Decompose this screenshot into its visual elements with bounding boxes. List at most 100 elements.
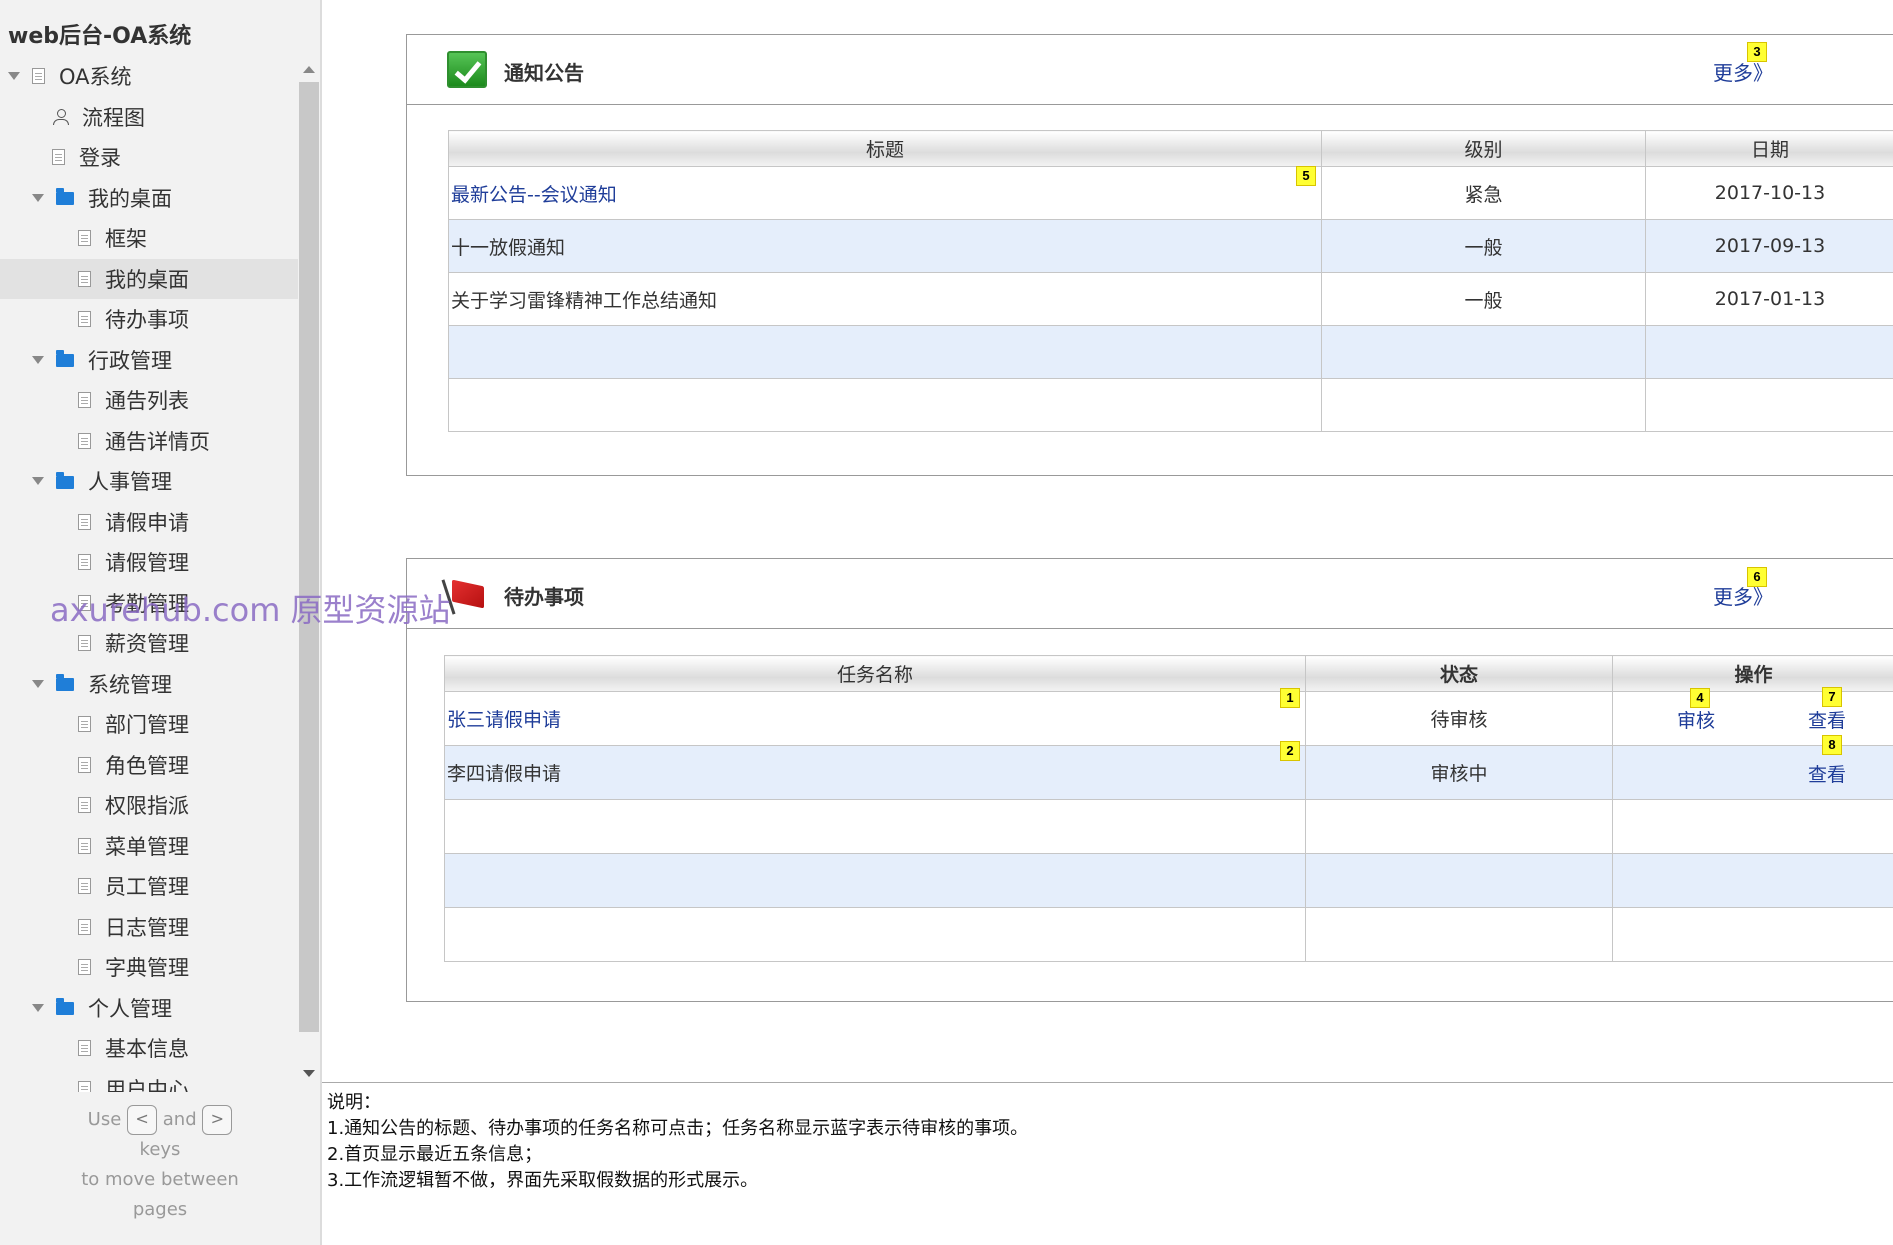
annotation-marker-5[interactable]: 5 bbox=[1296, 166, 1316, 186]
hint-and: and bbox=[162, 1109, 197, 1130]
notes-line-3: 3.工作流逻辑暂不做，界面先采取假数据的形式展示。 bbox=[327, 1170, 759, 1191]
sitemap-item[interactable]: 框架 bbox=[0, 218, 298, 258]
sitemap-item[interactable]: 我的桌面 bbox=[0, 178, 298, 218]
sitemap-item[interactable]: 我的桌面 bbox=[0, 258, 298, 299]
notice-title-link[interactable]: 关于学习雷锋精神工作总结通知 bbox=[451, 290, 717, 312]
sitemap-item[interactable]: 登录 bbox=[0, 137, 298, 177]
sitemap-item-label: 权限指派 bbox=[105, 794, 189, 818]
todo-status-cell: 待审核 bbox=[1305, 691, 1613, 746]
view-link[interactable]: 查看 bbox=[1808, 706, 1846, 733]
sitemap-item-label: 通告详情页 bbox=[105, 429, 210, 454]
todo-ops-cell: 查看 bbox=[1612, 745, 1893, 800]
annotation-marker-7[interactable]: 7 bbox=[1822, 687, 1842, 707]
todo-panel: 待办事项 更多》 任务名称 状态 操作 张三请假申请 待审核 审核 查看 李四请假申请审… bbox=[406, 558, 1893, 1002]
sitemap-item[interactable]: OA系统 bbox=[0, 56, 298, 96]
notice-title-link[interactable]: 最新公告--会议通知 bbox=[451, 184, 617, 206]
folder-icon bbox=[56, 998, 74, 1015]
hint-move: to move between bbox=[81, 1169, 239, 1190]
sitemap-item[interactable]: 字典管理 bbox=[0, 947, 298, 987]
todo-name-cell: 张三请假申请 bbox=[444, 691, 1306, 746]
page-icon bbox=[78, 392, 91, 408]
flow-icon bbox=[52, 108, 70, 126]
todo-name-link[interactable]: 张三请假申请 bbox=[447, 709, 561, 731]
notes-block: 说明： 1.通知公告的标题、待办事项的任务名称可点击；任务名称显示蓝字表示待审核… bbox=[327, 1090, 1028, 1194]
next-key-icon: > bbox=[202, 1105, 233, 1135]
sitemap-tree: OA系统 流程图 登录 我的桌面 框架 我的桌面 待办事项 行政管理 通告列表 通告详情页 人事管理… bbox=[0, 56, 298, 1092]
todo-status-cell: 审核中 bbox=[1305, 745, 1613, 800]
expand-arrow-icon[interactable] bbox=[32, 477, 44, 485]
sitemap-item[interactable]: 流程图 bbox=[0, 97, 298, 137]
notice-row bbox=[448, 378, 1893, 432]
sitemap-item-label: 框架 bbox=[105, 227, 147, 251]
page-icon bbox=[78, 230, 91, 246]
sitemap-item[interactable]: 请假申请 bbox=[0, 502, 298, 542]
notice-level-cell bbox=[1321, 378, 1646, 432]
annotation-marker-2[interactable]: 2 bbox=[1280, 741, 1300, 761]
scroll-up-arrow-icon[interactable] bbox=[303, 66, 315, 73]
sitemap-item-label: 基本信息 bbox=[105, 1037, 189, 1061]
scroll-thumb[interactable] bbox=[299, 82, 319, 1032]
sitemap-item-label: 人事管理 bbox=[88, 470, 172, 494]
notice-row: 最新公告--会议通知 紧急 2017-10-13 bbox=[448, 166, 1893, 220]
sitemap-item[interactable]: 请假管理 bbox=[0, 542, 298, 582]
folder-icon bbox=[56, 350, 74, 367]
sitemap-item[interactable]: 系统管理 bbox=[0, 664, 298, 704]
sitemap-item[interactable]: 日志管理 bbox=[0, 907, 298, 947]
notes-line-1: 1.通知公告的标题、待办事项的任务名称可点击；任务名称显示蓝字表示待审核的事项。 bbox=[327, 1118, 1029, 1139]
notice-col-title: 标题 bbox=[448, 130, 1322, 167]
sitemap-item-label: 待办事项 bbox=[105, 308, 189, 332]
page-icon bbox=[78, 918, 91, 935]
expand-arrow-icon[interactable] bbox=[32, 355, 44, 364]
sitemap-item[interactable]: 待办事项 bbox=[0, 299, 298, 339]
notice-title-link[interactable]: 十一放假通知 bbox=[451, 237, 565, 259]
notice-level-cell: 紧急 bbox=[1321, 166, 1646, 220]
todo-name-cell bbox=[444, 853, 1306, 908]
sitemap-item[interactable]: 菜单管理 bbox=[0, 826, 298, 866]
sitemap-item-label: OA系统 bbox=[59, 65, 132, 89]
sitemap-item[interactable]: 部门管理 bbox=[0, 704, 298, 744]
review-link[interactable]: 审核 bbox=[1677, 706, 1715, 733]
sitemap-item-label: 我的桌面 bbox=[88, 186, 172, 211]
page-icon bbox=[78, 878, 91, 894]
hint-keys: keys bbox=[139, 1139, 181, 1160]
sitemap-item[interactable]: 通告列表 bbox=[0, 380, 298, 420]
scroll-down-arrow-icon[interactable] bbox=[303, 1070, 315, 1077]
keyboard-nav-hint: Use < and > keys to move between pages bbox=[30, 1105, 290, 1225]
sitemap-item[interactable]: 权限指派 bbox=[0, 785, 298, 825]
sitemap-item[interactable]: 行政管理 bbox=[0, 340, 298, 380]
sitemap-item-label: 流程图 bbox=[82, 105, 145, 130]
expand-arrow-icon[interactable] bbox=[32, 679, 44, 688]
sitemap-item-label: 日志管理 bbox=[105, 915, 189, 940]
expand-arrow-icon[interactable] bbox=[32, 1003, 44, 1012]
sidebar-scrollbar[interactable] bbox=[298, 60, 320, 1090]
page-icon bbox=[78, 797, 91, 813]
sitemap-item[interactable]: 通告详情页 bbox=[0, 421, 298, 461]
sitemap-item[interactable]: 角色管理 bbox=[0, 745, 298, 785]
project-title: web后台-OA系统 bbox=[8, 24, 192, 49]
sitemap-item-label: 用户中心 bbox=[105, 1077, 189, 1093]
sitemap-item-label: 薪资管理 bbox=[105, 632, 189, 656]
sitemap-item[interactable]: 个人管理 bbox=[0, 988, 298, 1028]
todo-name-cell bbox=[444, 907, 1306, 962]
prev-key-icon: < bbox=[127, 1105, 158, 1135]
todo-table: 任务名称 状态 操作 张三请假申请 待审核 审核 查看 李四请假申请 审核中 查看 bbox=[444, 655, 1893, 962]
annotation-marker-3[interactable]: 3 bbox=[1747, 42, 1767, 62]
page-icon bbox=[78, 554, 91, 570]
sitemap-item[interactable]: 用户中心 bbox=[0, 1069, 298, 1093]
annotation-marker-4[interactable]: 4 bbox=[1690, 688, 1710, 708]
annotation-marker-1[interactable]: 1 bbox=[1280, 688, 1300, 708]
todo-col-ops: 操作 bbox=[1612, 655, 1893, 692]
sitemap-item-label: 菜单管理 bbox=[105, 834, 189, 859]
todo-name-link[interactable]: 李四请假申请 bbox=[447, 763, 561, 785]
notice-date-cell: 2017-01-13 bbox=[1645, 272, 1893, 326]
sitemap-item[interactable]: 员工管理 bbox=[0, 866, 298, 906]
hint-pages: pages bbox=[132, 1199, 188, 1220]
notes-heading: 说明： bbox=[327, 1092, 381, 1113]
expand-arrow-icon[interactable] bbox=[32, 193, 44, 202]
sitemap-item[interactable]: 基本信息 bbox=[0, 1028, 298, 1068]
annotation-marker-8[interactable]: 8 bbox=[1822, 735, 1842, 755]
sitemap-item[interactable]: 人事管理 bbox=[0, 461, 298, 501]
annotation-marker-6[interactable]: 6 bbox=[1747, 567, 1767, 587]
expand-arrow-icon[interactable] bbox=[8, 72, 20, 80]
view-link[interactable]: 查看 bbox=[1808, 760, 1846, 787]
